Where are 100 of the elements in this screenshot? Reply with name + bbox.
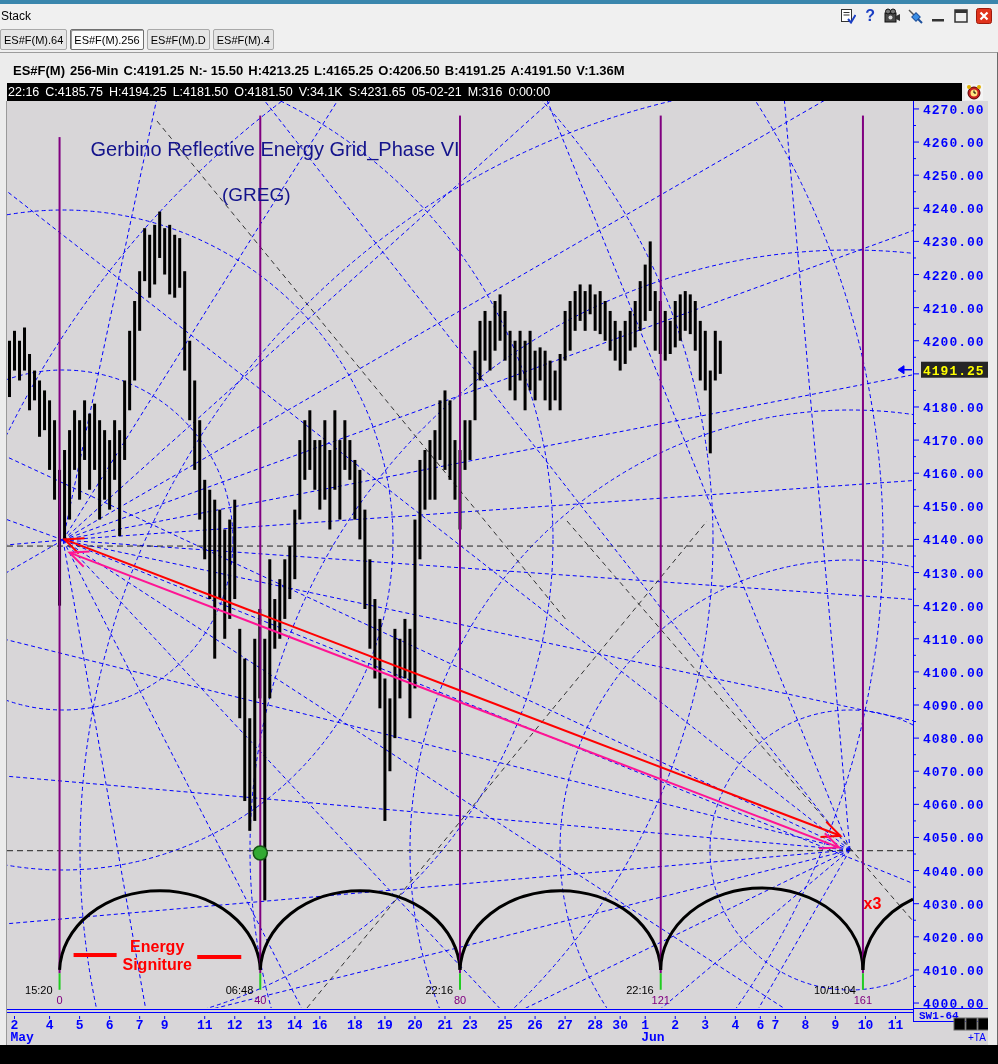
date-label: 13 [257, 1018, 273, 1033]
date-label: 20 [407, 1018, 423, 1033]
chart-tab[interactable]: ES#F(M).D [146, 29, 210, 50]
chart-title: Gerbino Reflective Energy Grid_Phase VI [90, 138, 460, 160]
date-label: 23 [462, 1018, 478, 1033]
date-label: 30 [612, 1018, 628, 1033]
axis-label: 4140.00 [923, 533, 985, 549]
quote-field: N:- 15.50 [189, 63, 244, 78]
corner-label: +TA [968, 1032, 986, 1043]
date-label: 11 [887, 1018, 904, 1033]
month-label: May [10, 1030, 34, 1045]
axis-label: 4220.00 [923, 268, 985, 284]
count-label: 0 [56, 993, 63, 1006]
dot-icon [252, 845, 269, 861]
maximize-icon[interactable] [953, 8, 969, 24]
close-icon[interactable] [976, 8, 992, 24]
bar-info-field: M:316 [467, 85, 503, 99]
date-label: 26 [527, 1018, 543, 1033]
date-label: 2 [10, 1018, 19, 1033]
date-label: 5 [75, 1018, 84, 1033]
axis-label: 4060.00 [923, 798, 985, 814]
axis-label: 4260.00 [923, 136, 985, 152]
axis-label: 4090.00 [923, 699, 985, 714]
axis-label: 4000.00 [923, 997, 985, 1013]
date-label: 6 [756, 1018, 765, 1033]
count-label: 80 [453, 993, 467, 1006]
axis-label: 4180.00 [923, 401, 985, 416]
price-pointer-icon [897, 365, 913, 375]
quote-field: A:4191.50 [510, 63, 572, 78]
time-label: 15:20 [25, 983, 53, 996]
axis-label: 4120.00 [923, 599, 985, 615]
quote-field: ES#F(M) [13, 63, 65, 78]
bar-info-field: V:34.1K [298, 85, 343, 99]
chart-tab[interactable]: ES#F(M).4 [212, 29, 274, 50]
month-label: Jun [641, 1030, 665, 1045]
date-label: 21 [437, 1018, 453, 1033]
axis-label: 4270.00 [923, 102, 985, 118]
axis-label: 4150.00 [923, 500, 985, 516]
bar-info-field: 05-02-21 [411, 85, 462, 99]
axis-label: 4110.00 [923, 632, 985, 648]
quote-field: 256-Min [70, 63, 119, 78]
axis-label: 4070.00 [923, 765, 985, 781]
pin-icon[interactable] [907, 8, 923, 24]
date-label: 9 [831, 1018, 840, 1033]
time-label: 10/11:04 [813, 983, 856, 996]
camera-icon[interactable] [884, 8, 900, 24]
dash-mark [197, 955, 242, 959]
study-label: SW1-64 [919, 1010, 959, 1022]
clock-icon [965, 84, 983, 100]
axis-label: 4200.00 [923, 334, 985, 350]
date-label: 19 [377, 1018, 393, 1033]
date-label: 11 [196, 1018, 213, 1033]
axis-label: 4080.00 [923, 732, 985, 748]
date-label: 25 [497, 1018, 513, 1033]
axis-label: 4210.00 [923, 301, 985, 317]
axis-label: 4170.00 [923, 434, 985, 450]
bar-info-field: 0:00:00 [508, 85, 551, 99]
quote-field: O:4206.50 [378, 63, 440, 78]
date-label: 4 [45, 1018, 54, 1033]
axis-label: 4230.00 [923, 235, 985, 251]
date-label: 28 [587, 1018, 603, 1033]
help-button[interactable]: ? [863, 8, 877, 24]
count-label: 121 [651, 993, 670, 1006]
square-icon[interactable] [965, 1017, 978, 1031]
bar-info-field: H:4194.25 [108, 85, 167, 99]
notepad-check-icon[interactable] [840, 8, 857, 24]
date-label: 6 [105, 1018, 114, 1033]
date-label: 14 [287, 1018, 303, 1033]
quote-field: C:4191.25 [123, 63, 185, 78]
dash-mark [73, 953, 117, 957]
date-label: 16 [312, 1018, 328, 1033]
time-label: 22:16 [626, 983, 654, 996]
bar-info-field: 22:16 [8, 85, 40, 99]
chart-label: Energy Signiture [122, 938, 192, 974]
window-title: Stack [1, 9, 31, 23]
chart-tab[interactable]: ES#F(M).256 [70, 29, 144, 50]
axis-label: 4050.00 [923, 831, 985, 847]
date-label: 3 [701, 1018, 710, 1033]
date-label: 7 [771, 1018, 780, 1033]
axis-label: 4100.00 [923, 665, 985, 681]
axis-label: 4040.00 [923, 864, 985, 880]
date-label: 27 [557, 1018, 573, 1033]
count-label: 161 [853, 993, 873, 1006]
count-label: 40 [254, 993, 267, 1006]
date-label: 8 [801, 1018, 810, 1033]
time-label: 06:48 [225, 983, 254, 996]
axis-label: 4010.00 [923, 963, 985, 979]
square-icon[interactable] [953, 1017, 966, 1031]
axis-label: 4160.00 [923, 467, 985, 483]
date-label: 4 [731, 1018, 740, 1033]
time-label: 22:16 [425, 983, 453, 996]
bar-info-field: C:4185.75 [45, 85, 103, 99]
date-label: 9 [160, 1018, 169, 1033]
quote-field: H:4213.25 [248, 63, 310, 78]
date-label: 2 [671, 1018, 680, 1033]
chart-label: x3 [863, 895, 882, 912]
date-label: 12 [226, 1018, 243, 1033]
quote-field: V:1.36M [576, 63, 625, 78]
quote-field: B:4191.25 [444, 63, 506, 78]
chart-tab[interactable]: ES#F(M).64 [0, 29, 68, 50]
